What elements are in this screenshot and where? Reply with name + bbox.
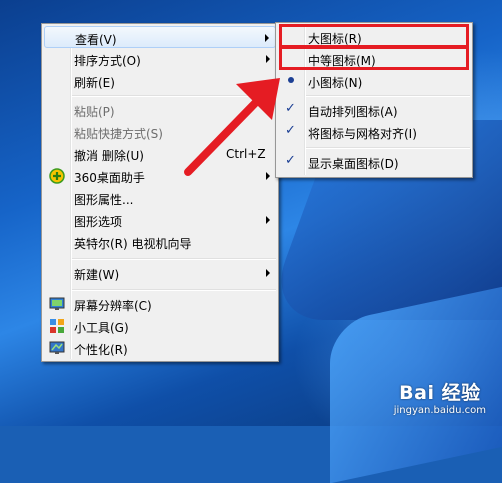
menu-separator (72, 258, 276, 260)
menu-item-align-to-grid[interactable]: ✓ 将图标与网格对齐(I) (278, 121, 470, 143)
menu-item-small-icons[interactable]: 小图标(N) (278, 70, 470, 92)
menu-item-graphics-properties[interactable]: 图形属性... (44, 187, 276, 209)
menu-item-view[interactable]: 查看(V) (44, 26, 276, 48)
menu-item-label: 个性化(R) (74, 343, 128, 357)
menu-item-label: 小图标(N) (308, 76, 363, 90)
menu-item-label: 360桌面助手 (74, 171, 145, 185)
menu-item-label: 刷新(E) (74, 76, 115, 90)
menu-item-label: 将图标与网格对齐(I) (308, 127, 417, 141)
annotation-arrow-icon (184, 78, 280, 176)
menu-item-intel-tv-wizard[interactable]: 英特尔(R) 电视机向导 (44, 231, 276, 253)
screen-resolution-icon (49, 297, 65, 310)
menu-item-label: 粘贴快捷方式(S) (74, 127, 163, 141)
menu-item-label: 显示桌面图标(D) (308, 157, 399, 171)
gadgets-icon (50, 319, 64, 333)
personalize-icon (49, 341, 65, 354)
submenu-arrow-icon (266, 269, 270, 277)
menu-item-label: 排序方式(O) (74, 54, 141, 68)
menu-item-show-desktop-icons[interactable]: ✓ 显示桌面图标(D) (278, 151, 470, 173)
submenu-arrow-icon (265, 34, 269, 42)
highlight-box-medium-icons (279, 46, 469, 70)
menu-item-label: 图形选项 (74, 215, 123, 229)
menu-item-graphics-options[interactable]: 图形选项 (44, 209, 276, 231)
menu-item-new[interactable]: 新建(W) (44, 262, 276, 284)
menu-item-label: 图形属性... (74, 193, 134, 207)
menu-item-auto-arrange[interactable]: ✓ 自动排列图标(A) (278, 99, 470, 121)
360-assistant-icon (49, 168, 65, 184)
menu-item-label: 小工具(G) (74, 321, 129, 335)
submenu-arrow-icon (266, 216, 270, 224)
menu-item-label: 粘贴(P) (74, 105, 115, 119)
menu-separator (72, 289, 276, 291)
menu-separator (306, 95, 470, 97)
watermark-logo: Bai 经验 (399, 382, 481, 404)
menu-item-label: 屏幕分辨率(C) (74, 299, 152, 313)
watermark-url: jingyan.baidu.com (393, 405, 486, 416)
highlight-box-large-icons (279, 24, 469, 48)
menu-item-label: 自动排列图标(A) (308, 105, 398, 119)
menu-item-label: 查看(V) (75, 33, 117, 47)
menu-separator (306, 147, 470, 149)
menu-item-gadgets[interactable]: 小工具(G) (44, 315, 276, 337)
menu-item-label: 英特尔(R) 电视机向导 (74, 237, 192, 251)
menu-item-screen-resolution[interactable]: 屏幕分辨率(C) (44, 293, 276, 315)
baidu-watermark: Bai 经验 jingyan.baidu.com (394, 378, 486, 416)
menu-item-personalize[interactable]: 个性化(R) (44, 337, 276, 359)
menu-item-label: 新建(W) (74, 268, 120, 282)
menu-item-label: 撤消 删除(U) (74, 149, 144, 163)
